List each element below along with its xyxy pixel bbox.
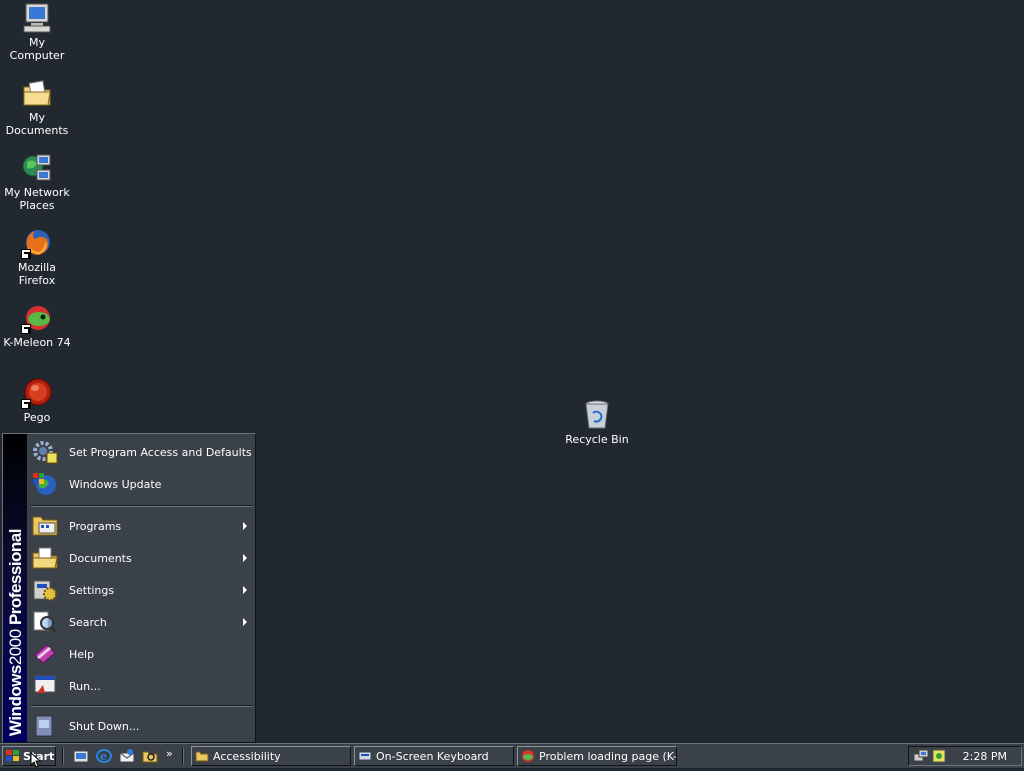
svg-text:e: e — [100, 750, 107, 763]
menu-item-run[interactable]: Run... — [29, 671, 255, 701]
desktop-icon-label: Recycle Bin — [565, 433, 629, 446]
menu-separator — [31, 705, 253, 707]
k-meleon-icon — [21, 302, 53, 334]
shortcut-arrow-icon — [21, 399, 31, 409]
task-button-accessibility[interactable]: Accessibility — [191, 746, 351, 766]
banner-version: 2000 — [6, 629, 25, 666]
menu-item-label: Run... — [69, 679, 101, 693]
shutdown-icon — [31, 713, 59, 739]
menu-item-label: Search — [69, 615, 107, 629]
mouse-cursor-icon — [30, 751, 42, 768]
taskbar-separator — [62, 747, 64, 765]
menu-item-set-program-access[interactable]: Set Program Access and Defaults — [29, 437, 255, 467]
keyboard-icon — [358, 749, 372, 763]
menu-item-windows-update[interactable]: Windows Update — [29, 469, 255, 499]
taskbar-separator — [182, 747, 184, 765]
desktop-icon-label: My Documents — [5, 111, 69, 137]
network-tray-icon[interactable] — [913, 748, 929, 764]
program-access-icon — [31, 439, 59, 465]
quick-launch-more-button[interactable]: » — [166, 747, 173, 760]
task-button-on-screen-keyboard[interactable]: On-Screen Keyboard — [354, 746, 514, 766]
banner-windows: Windows — [6, 665, 25, 736]
desktop-icon-k-meleon[interactable]: K-Meleon 74 — [0, 302, 74, 349]
documents-folder-icon — [21, 77, 53, 109]
menu-item-label: Windows Update — [69, 477, 162, 491]
desktop-icon-label: My Computer — [9, 36, 65, 62]
menu-item-label: Set Program Access and Defaults — [69, 445, 252, 459]
internet-explorer-icon[interactable]: e — [96, 748, 112, 764]
desktop-icon-my-documents[interactable]: My Documents — [0, 77, 74, 137]
menu-item-search[interactable]: Search — [29, 607, 255, 637]
run-icon — [31, 673, 59, 699]
clock[interactable]: 2:28 PM — [963, 750, 1007, 763]
pego-icon — [21, 377, 53, 409]
menu-item-label: Programs — [69, 519, 122, 533]
desktop-icon-pego[interactable]: Pego — [0, 377, 74, 424]
menu-item-settings[interactable]: Settings — [29, 575, 255, 605]
folder-icon — [195, 749, 209, 763]
task-button-problem-loading-page[interactable]: Problem loading page (K-... — [517, 746, 677, 766]
menu-item-label: Settings — [69, 583, 115, 597]
network-icon — [21, 152, 53, 184]
desktop-icon-label: K-Meleon 74 — [3, 336, 71, 349]
desktop-icon-my-computer[interactable]: My Computer — [0, 2, 74, 62]
desktop-icon-label: My Network Places — [4, 186, 70, 212]
menu-item-programs[interactable]: Programs — [29, 511, 255, 541]
outlook-express-icon[interactable] — [119, 748, 135, 764]
system-tray: 2:28 PM — [908, 746, 1022, 766]
menu-item-label: Documents — [69, 551, 132, 565]
start-menu: Windows2000 Professional Set Program Acc… — [2, 433, 256, 743]
settings-icon — [31, 577, 59, 603]
taskbar: Start e » Accessibility On-Screen Keyboa… — [0, 743, 1024, 768]
windows-update-icon — [31, 471, 59, 497]
shortcut-arrow-icon — [21, 324, 31, 334]
menu-separator — [31, 505, 253, 507]
menu-item-label: Help — [69, 647, 95, 661]
submenu-arrow-icon — [243, 554, 247, 562]
search-icon — [31, 609, 59, 635]
show-desktop-icon[interactable] — [73, 748, 89, 764]
submenu-arrow-icon — [243, 586, 247, 594]
recycle-bin-icon — [581, 399, 613, 431]
menu-item-documents[interactable]: Documents — [29, 543, 255, 573]
start-menu-banner-text: Windows2000 Professional — [6, 529, 26, 736]
task-button-label: Accessibility — [213, 749, 281, 763]
on-screen-keyboard-tray-icon[interactable] — [931, 748, 947, 764]
firefox-icon — [21, 227, 53, 259]
explorer-search-icon[interactable] — [142, 748, 158, 764]
desktop-icon-my-network-places[interactable]: My Network Places — [0, 152, 74, 212]
banner-edition: Professional — [6, 528, 25, 625]
task-button-label: On-Screen Keyboard — [376, 749, 489, 763]
submenu-arrow-icon — [243, 522, 247, 530]
programs-icon — [31, 513, 59, 539]
desktop-icon-label: Mozilla Firefox — [18, 261, 56, 287]
menu-item-shut-down[interactable]: Shut Down... — [29, 711, 255, 741]
task-button-label: Problem loading page (K-... — [539, 749, 677, 763]
computer-icon — [21, 2, 53, 34]
menu-item-help[interactable]: Help — [29, 639, 255, 669]
menu-item-label: Shut Down... — [69, 719, 140, 733]
help-icon — [31, 641, 59, 667]
start-menu-banner: Windows2000 Professional — [3, 434, 27, 742]
k-meleon-icon — [521, 749, 535, 763]
windows-flag-icon — [6, 750, 20, 762]
documents-icon — [31, 545, 59, 571]
submenu-arrow-icon — [243, 618, 247, 626]
start-button[interactable]: Start — [2, 746, 56, 766]
desktop-icon-recycle-bin[interactable]: Recycle Bin — [560, 399, 634, 446]
shortcut-arrow-icon — [21, 249, 31, 259]
desktop-icon-label: Pego — [23, 411, 51, 424]
desktop-icon-mozilla-firefox[interactable]: Mozilla Firefox — [0, 227, 74, 287]
